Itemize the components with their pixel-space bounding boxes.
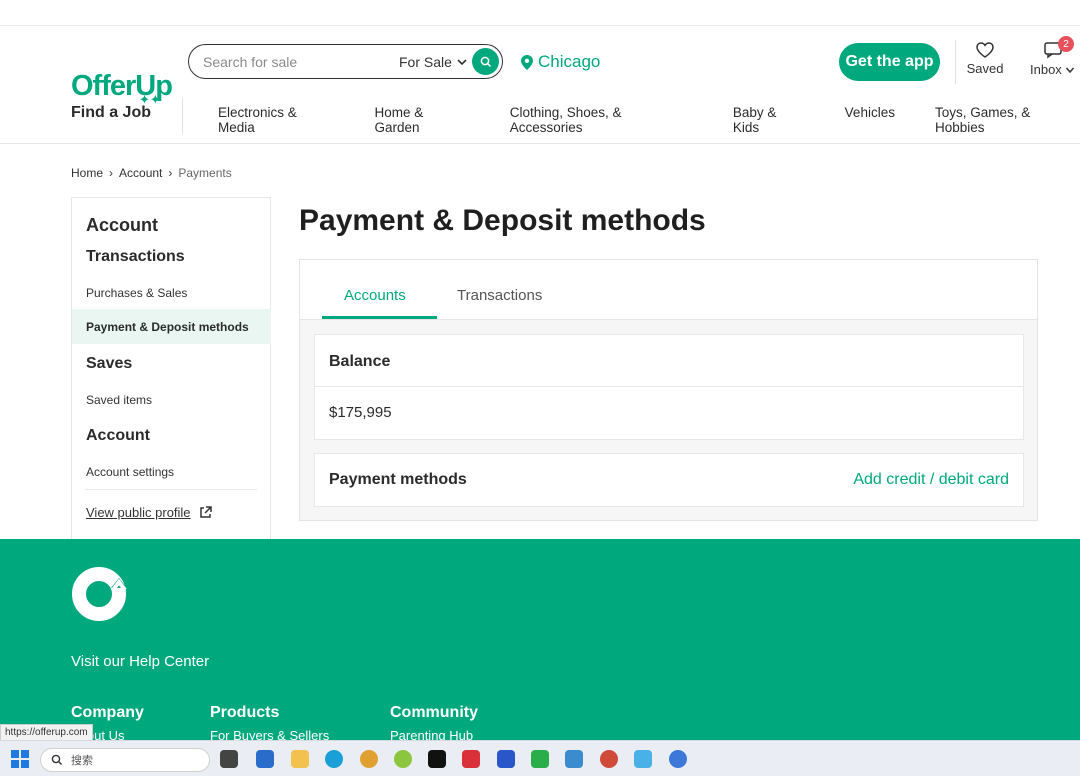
account-sidebar: Account Transactions Purchases & Sales P… bbox=[71, 197, 271, 539]
chevron-down-icon bbox=[1065, 67, 1074, 73]
wechat-icon[interactable] bbox=[531, 750, 549, 768]
help-center-link[interactable]: Visit our Help Center bbox=[71, 653, 209, 670]
sidebar-title: Account bbox=[86, 215, 158, 235]
footer-heading-products: Products bbox=[210, 704, 280, 721]
wps-icon[interactable] bbox=[462, 750, 480, 768]
footer-heading-community: Community bbox=[390, 704, 478, 721]
breadcrumb-separator: › bbox=[109, 166, 114, 180]
inbox-count-badge: 2 bbox=[1058, 36, 1074, 52]
get-app-button[interactable]: Get the app bbox=[839, 43, 940, 81]
top-strip bbox=[0, 0, 1080, 26]
sidebar-item-payment-deposit[interactable]: Payment & Deposit methods bbox=[86, 320, 249, 334]
category-vehicles[interactable]: Vehicles bbox=[845, 105, 895, 135]
search-bar: For Sale bbox=[188, 44, 503, 79]
balance-value: $175,995 bbox=[329, 404, 392, 421]
search-icon bbox=[480, 56, 491, 67]
inbox-label: Inbox bbox=[1030, 62, 1062, 77]
tabs: Accounts Transactions bbox=[300, 260, 1037, 320]
external-link-icon bbox=[199, 506, 212, 518]
header-divider bbox=[955, 40, 956, 84]
task-view-icon[interactable] bbox=[220, 750, 238, 768]
for-sale-label: For Sale bbox=[399, 53, 452, 70]
category-electronics-media[interactable]: Electronics & Media bbox=[218, 105, 334, 135]
balance-label: Balance bbox=[315, 335, 1023, 387]
breadcrumb: Home › Account › Payments bbox=[71, 166, 232, 180]
sidebar-item-saved-items[interactable]: Saved items bbox=[86, 393, 152, 407]
category-clothing[interactable]: Clothing, Shoes, & Accessories bbox=[510, 105, 693, 135]
sidebar-item-purchases-sales[interactable]: Purchases & Sales bbox=[86, 286, 187, 300]
view-public-profile-link[interactable]: View public profile bbox=[86, 505, 212, 520]
app-icon-circle[interactable] bbox=[669, 750, 687, 768]
payment-panel: Accounts Transactions Balance $175,995 P… bbox=[299, 259, 1038, 521]
chevron-down-icon bbox=[457, 58, 467, 65]
site-footer: Visit our Help Center Company About Us P… bbox=[0, 539, 1080, 743]
chrome-profile-icon[interactable] bbox=[600, 750, 618, 768]
search-input[interactable] bbox=[203, 53, 393, 70]
breadcrumb-separator: › bbox=[168, 166, 173, 180]
breadcrumb-home[interactable]: Home bbox=[71, 166, 103, 180]
footer-logo-icon[interactable] bbox=[71, 566, 127, 627]
app-icon-green[interactable] bbox=[394, 750, 412, 768]
status-bar-url: https://offerup.com bbox=[0, 724, 93, 741]
taskbar-search[interactable]: 搜索 bbox=[40, 748, 210, 772]
os-taskbar: 搜索 bbox=[0, 740, 1080, 776]
breadcrumb-account[interactable]: Account bbox=[119, 166, 162, 180]
notes-icon[interactable] bbox=[565, 750, 583, 768]
for-sale-dropdown[interactable]: For Sale bbox=[399, 54, 468, 70]
taskbar-search-label: 搜索 bbox=[71, 755, 93, 767]
saved-button[interactable]: Saved bbox=[966, 42, 1004, 76]
payment-methods-card: Payment methods Add credit / debit card bbox=[314, 453, 1024, 507]
widgets-icon[interactable] bbox=[256, 750, 274, 768]
tab-active-indicator bbox=[322, 316, 437, 319]
inbox-button[interactable]: 2 Inbox bbox=[1030, 36, 1078, 77]
file-explorer-icon[interactable] bbox=[291, 750, 309, 768]
site-header: OfferUp For Sale Chicago Get the app Sav… bbox=[0, 26, 1080, 144]
page-title: Payment & Deposit methods bbox=[299, 204, 706, 237]
category-toys-games[interactable]: Toys, Games, & Hobbies bbox=[935, 105, 1080, 135]
search-icon bbox=[51, 754, 62, 765]
add-card-link[interactable]: Add credit / debit card bbox=[853, 471, 1009, 489]
tab-transactions[interactable]: Transactions bbox=[457, 287, 542, 304]
edge-browser-icon[interactable] bbox=[325, 750, 343, 768]
app-icon-blue[interactable] bbox=[634, 750, 652, 768]
sidebar-divider bbox=[86, 489, 257, 490]
tiktok-icon[interactable] bbox=[428, 750, 446, 768]
location-selector[interactable]: Chicago bbox=[521, 52, 600, 72]
category-divider bbox=[182, 98, 183, 134]
sidebar-heading-saves: Saves bbox=[86, 355, 133, 372]
tab-accounts[interactable]: Accounts bbox=[344, 287, 406, 304]
location-label: Chicago bbox=[538, 52, 601, 71]
chrome-icon[interactable] bbox=[360, 750, 378, 768]
location-pin-icon bbox=[521, 54, 533, 70]
category-home-garden[interactable]: Home & Garden bbox=[374, 105, 469, 135]
payment-methods-label: Payment methods bbox=[329, 471, 467, 488]
saved-label: Saved bbox=[966, 61, 1004, 76]
shield-icon[interactable] bbox=[497, 750, 515, 768]
sidebar-item-account-settings[interactable]: Account settings bbox=[86, 465, 174, 479]
footer-heading-company: Company bbox=[71, 704, 144, 721]
search-button[interactable] bbox=[472, 48, 499, 75]
sparkle-icon: ✦✦ bbox=[139, 92, 161, 107]
view-public-profile-label: View public profile bbox=[86, 505, 191, 520]
breadcrumb-current: Payments bbox=[178, 166, 232, 180]
sidebar-heading-transactions: Transactions bbox=[86, 248, 185, 265]
category-baby-kids[interactable]: Baby & Kids bbox=[733, 105, 805, 135]
windows-start-icon[interactable] bbox=[11, 750, 29, 768]
category-nav: Electronics & Media Home & Garden Clothi… bbox=[218, 105, 1080, 135]
balance-card: Balance $175,995 bbox=[314, 334, 1024, 440]
heart-icon bbox=[976, 42, 994, 58]
sidebar-heading-account: Account bbox=[86, 427, 150, 444]
